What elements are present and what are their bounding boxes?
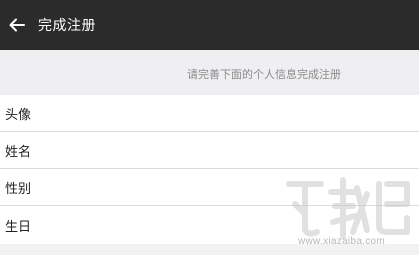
avatar-row[interactable]: 头像 [0,95,419,132]
top-app-bar: 完成注册 [0,0,419,50]
back-button[interactable] [9,17,25,33]
arrow-left-icon [9,18,25,32]
birthday-label: 生日 [5,220,32,235]
registration-hint: 请完善下面的个人信息完成注册 [187,68,341,81]
watermark-url: www.xiazaiba.com [298,236,386,247]
name-row[interactable]: 姓名 [0,132,419,169]
gender-row[interactable]: 性别 [0,169,419,206]
name-label: 姓名 [5,144,32,160]
hint-section: 请完善下面的个人信息完成注册 [0,50,419,95]
profile-form: 头像 姓名 性别 生日 [0,95,419,245]
avatar-label: 头像 [5,107,32,123]
gender-label: 性别 [5,181,32,197]
page-title: 完成注册 [38,18,96,34]
